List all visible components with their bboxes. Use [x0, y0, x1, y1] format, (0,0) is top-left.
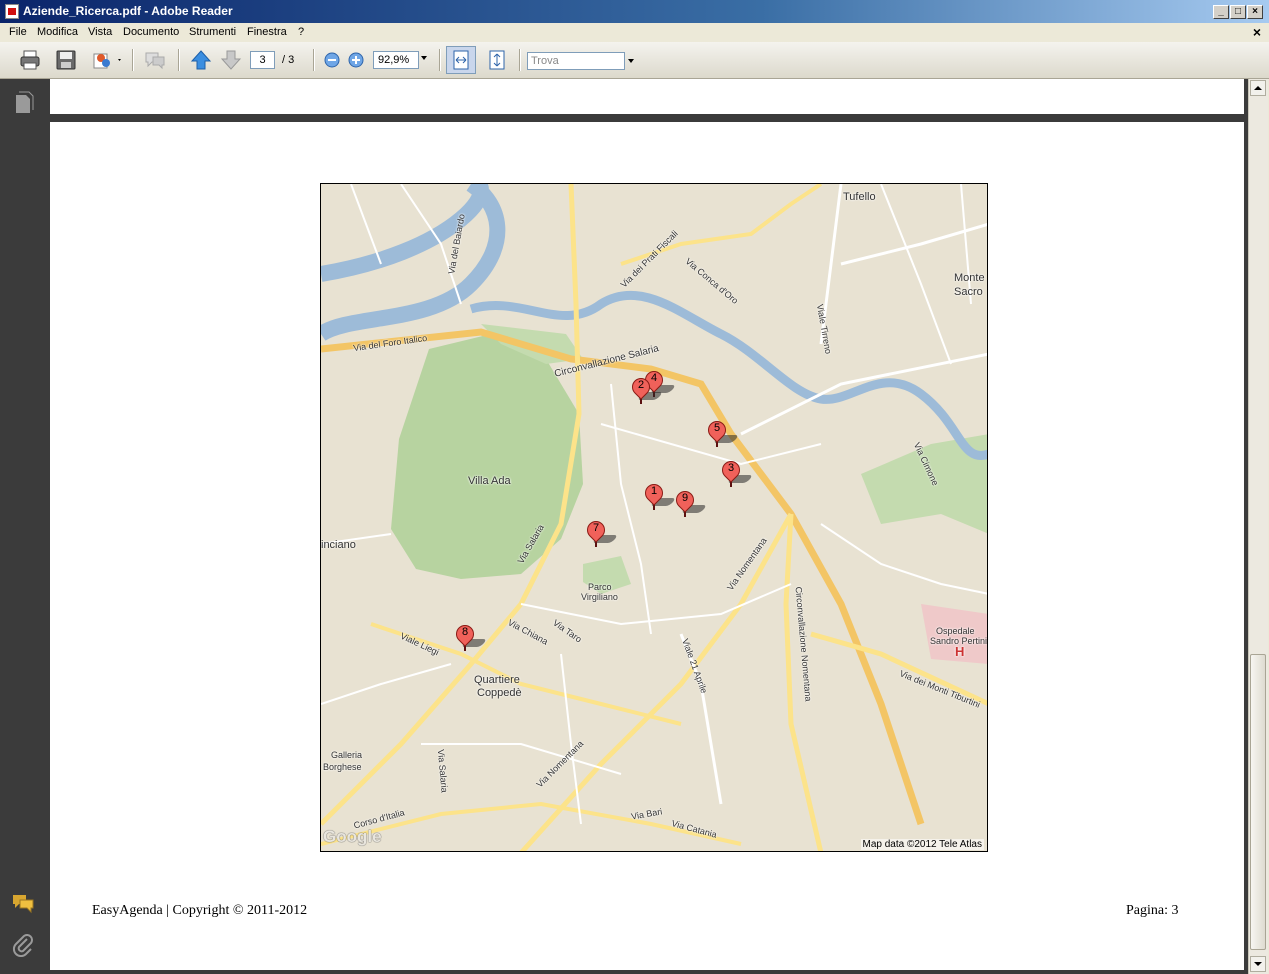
page-footer-copyright: EasyAgenda | Copyright © 2011-2012: [92, 903, 308, 918]
marker-label: 5: [713, 422, 721, 434]
scroll-up-button[interactable]: [1250, 80, 1266, 96]
comment-icon: [145, 52, 165, 70]
google-logo: Google: [323, 827, 382, 846]
toolbar-separator: [178, 49, 180, 71]
close-button[interactable]: ×: [1247, 5, 1263, 19]
menu-vista[interactable]: Vista: [88, 26, 112, 38]
minimize-button[interactable]: _: [1213, 5, 1229, 19]
map-label-quartiere-coppede-2: Coppedè: [477, 687, 522, 699]
map-label-parco-virgiliano-1: Parco: [588, 582, 612, 592]
pdf-app-icon: [5, 4, 19, 19]
map-label-galleria-borghese-2: Borghese: [323, 762, 362, 772]
previous-page-button[interactable]: [189, 48, 213, 72]
previous-page-icon: [190, 50, 212, 70]
map-label-pinciano: inciano: [321, 539, 356, 551]
menu-file[interactable]: File: [9, 26, 27, 38]
menu-help[interactable]: ?: [298, 26, 304, 38]
zoom-in-icon: [348, 52, 364, 68]
marker-label: 2: [637, 379, 645, 391]
print-icon: [20, 50, 40, 70]
collaborate-button[interactable]: [90, 48, 124, 72]
menu-strumenti[interactable]: Strumenti: [189, 26, 236, 38]
page-number-input[interactable]: 3: [250, 51, 275, 69]
next-page-icon: [220, 50, 242, 70]
arrow-up-icon: [1254, 86, 1262, 90]
map-image: Tufello Monte Sacro Villa Ada Parco Virg…: [320, 183, 988, 852]
find-dropdown-arrow-icon[interactable]: [628, 59, 634, 63]
map-marker-5[interactable]: 5: [704, 417, 740, 451]
save-icon: [56, 50, 76, 70]
navigation-pane: [0, 79, 45, 974]
toolbar-separator: [313, 49, 315, 71]
map-marker-9[interactable]: 9: [672, 487, 708, 521]
zoom-dropdown-arrow-icon[interactable]: [421, 56, 427, 60]
menu-bar: File Modifica Vista Documento Strumenti …: [0, 23, 1269, 42]
marker-label: 8: [461, 626, 469, 638]
fit-page-icon: [489, 50, 505, 70]
comment-button[interactable]: [143, 48, 167, 72]
map-canvas: [321, 184, 987, 851]
zoom-out-icon: [324, 52, 340, 68]
marker-label: 3: [727, 462, 735, 474]
adobe-reader-window: Aziende_Ricerca.pdf - Adobe Reader _ □ ×…: [0, 0, 1269, 974]
pages-icon[interactable]: [11, 91, 35, 115]
map-label-tufello: Tufello: [843, 191, 876, 203]
map-label-villa-ada: Villa Ada: [468, 475, 511, 487]
fit-width-button[interactable]: [446, 46, 476, 74]
scroll-down-button[interactable]: [1250, 956, 1266, 972]
menu-modifica[interactable]: Modifica: [37, 26, 78, 38]
map-marker-1[interactable]: 1: [641, 480, 677, 514]
print-button[interactable]: [18, 48, 42, 72]
fit-page-button[interactable]: [485, 48, 509, 72]
scrollbar-thumb[interactable]: [1250, 654, 1266, 950]
marker-label: 7: [592, 522, 600, 534]
map-label-quartiere-coppede-1: Quartiere: [474, 674, 520, 686]
map-marker-8[interactable]: 8: [452, 621, 488, 655]
toolbar: 3 / 3 92,9% Trova: [0, 42, 1269, 79]
maximize-button[interactable]: □: [1230, 5, 1246, 19]
map-label-parco-virgiliano-2: Virgiliano: [581, 592, 618, 602]
toolbar-separator: [132, 49, 134, 71]
page-total: / 3: [282, 54, 295, 66]
title-bar: Aziende_Ricerca.pdf - Adobe Reader _ □ ×: [0, 0, 1269, 23]
map-marker-2[interactable]: 2: [628, 374, 664, 408]
zoom-in-button[interactable]: [344, 48, 368, 72]
zoom-level-input[interactable]: 92,9%: [373, 51, 419, 69]
vertical-scrollbar[interactable]: [1248, 79, 1268, 974]
previous-page-bottom: [50, 79, 1244, 114]
map-marker-3[interactable]: 3: [718, 457, 754, 491]
toolbar-separator: [439, 49, 441, 71]
find-input[interactable]: Trova: [527, 52, 625, 70]
menu-finestra[interactable]: Finestra: [247, 26, 287, 38]
map-marker-7[interactable]: 7: [583, 517, 619, 551]
map-label-galleria-borghese-1: Galleria: [331, 750, 363, 760]
close-document-button[interactable]: ×: [1253, 24, 1261, 40]
save-button[interactable]: [54, 48, 78, 72]
map-label-monte-sacro-2: Sacro: [954, 286, 983, 298]
arrow-down-icon: [1254, 962, 1262, 966]
zoom-out-button[interactable]: [320, 48, 344, 72]
page-footer-page-number: Pagina: 3: [1126, 903, 1179, 918]
collaborate-icon: [93, 53, 121, 69]
marker-label: 1: [650, 485, 658, 497]
map-label-hospital: H: [955, 644, 965, 659]
fit-width-icon: [453, 50, 469, 70]
menu-documento[interactable]: Documento: [123, 26, 179, 38]
map-label-monte-sacro-1: Monte: [954, 272, 985, 284]
map-attribution: Map data ©2012 Tele Atlas: [860, 839, 984, 850]
comments-icon[interactable]: [11, 891, 35, 915]
attachments-icon[interactable]: [11, 933, 35, 957]
window-title: Aziende_Ricerca.pdf - Adobe Reader: [23, 4, 233, 18]
marker-label: 9: [681, 492, 689, 504]
map-label-ospedale-1: Ospedale: [936, 626, 975, 636]
toolbar-separator: [519, 49, 521, 71]
next-page-button[interactable]: [219, 48, 243, 72]
